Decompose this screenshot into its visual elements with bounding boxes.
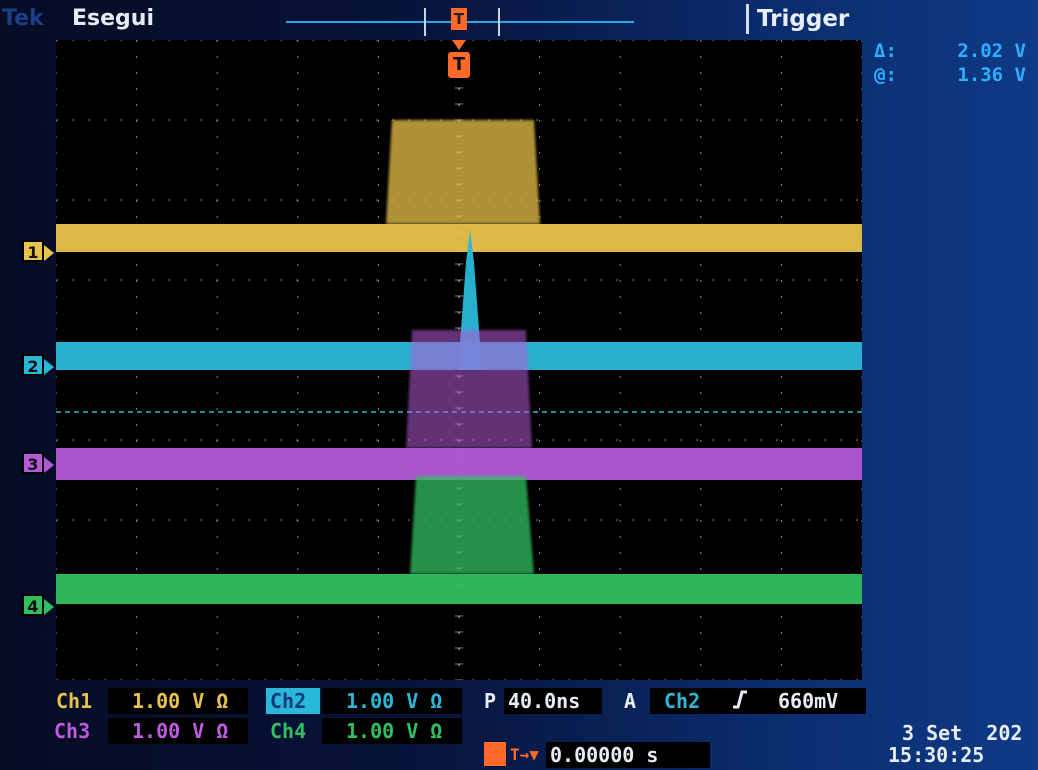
at-row: @: 1.36 V bbox=[874, 64, 1034, 88]
ch1-pulse-trace bbox=[386, 120, 540, 224]
oscilloscope-screen: Tek Esegui T Trigger Δ: 2.02 V @: 1.36 V bbox=[0, 0, 1038, 770]
trigger-position-box-icon bbox=[484, 742, 506, 766]
trigger-menu-label: Trigger bbox=[757, 6, 850, 32]
at-value: 1.36 V bbox=[957, 64, 1026, 86]
trigger-level: 660mV bbox=[778, 689, 839, 713]
ch1-baseline-trace bbox=[56, 224, 862, 252]
ch2-label[interactable]: Ch2 bbox=[266, 688, 320, 714]
trigger-source: Ch2 bbox=[664, 689, 701, 713]
ch2-scale: 1.00 V Ω bbox=[322, 688, 462, 714]
waveform-display bbox=[56, 40, 862, 680]
acq-mode: P bbox=[484, 689, 497, 713]
trigger-arrow-icon bbox=[452, 40, 466, 50]
ch3-label[interactable]: Ch3 bbox=[54, 718, 90, 744]
ch4-label[interactable]: Ch4 bbox=[270, 718, 306, 744]
delta-label: Δ: bbox=[874, 40, 897, 62]
status-bar: Ch1 1.00 V Ω Ch2 1.00 V Ω Ch3 1.00 V Ω C… bbox=[0, 680, 1038, 770]
ch4-ground-marker[interactable]: 4 bbox=[22, 594, 54, 616]
horizontal-scale[interactable]: 40.0ns bbox=[504, 688, 602, 714]
ch3-pulse-trace bbox=[406, 330, 532, 448]
trigger-mode: A bbox=[624, 689, 637, 713]
cursor-readout: Δ: 2.02 V @: 1.36 V bbox=[874, 40, 1034, 88]
ch3-ground-marker[interactable]: 3 bbox=[22, 452, 54, 474]
brand-logo: Tek bbox=[2, 6, 44, 31]
trigger-settings[interactable]: Ch2 660mV bbox=[650, 688, 866, 714]
ch4-pulse-trace bbox=[410, 476, 534, 574]
ch4-baseline-trace bbox=[56, 574, 862, 604]
delta-row: Δ: 2.02 V bbox=[874, 40, 1034, 64]
rising-edge-icon bbox=[732, 688, 748, 716]
horizontal-position[interactable]: 0.00000 s bbox=[546, 742, 710, 768]
time-display: 15:30:25 bbox=[888, 743, 985, 767]
ch1-label[interactable]: Ch1 bbox=[52, 688, 106, 714]
trigger-t-marker-icon: T bbox=[448, 52, 470, 78]
ch3-scale: 1.00 V Ω bbox=[108, 718, 248, 744]
at-label: @: bbox=[874, 64, 897, 86]
delta-value: 2.02 V bbox=[957, 40, 1026, 62]
ch2-ground-marker[interactable]: 2 bbox=[22, 354, 54, 376]
ch1-ground-marker[interactable]: 1 bbox=[22, 240, 54, 262]
horizontal-position-label: T→▼ bbox=[510, 745, 539, 764]
ch3-baseline-trace bbox=[56, 448, 862, 480]
trigger-position-icon: T bbox=[451, 8, 467, 30]
run-status: Esegui bbox=[72, 6, 154, 31]
trigger-menu-button[interactable]: Trigger bbox=[746, 4, 865, 34]
ch1-scale: 1.00 V Ω bbox=[108, 688, 248, 714]
ch4-scale: 1.00 V Ω bbox=[322, 718, 462, 744]
top-bar: Tek Esegui T Trigger bbox=[0, 0, 1038, 40]
waveform-graticule bbox=[56, 40, 862, 680]
